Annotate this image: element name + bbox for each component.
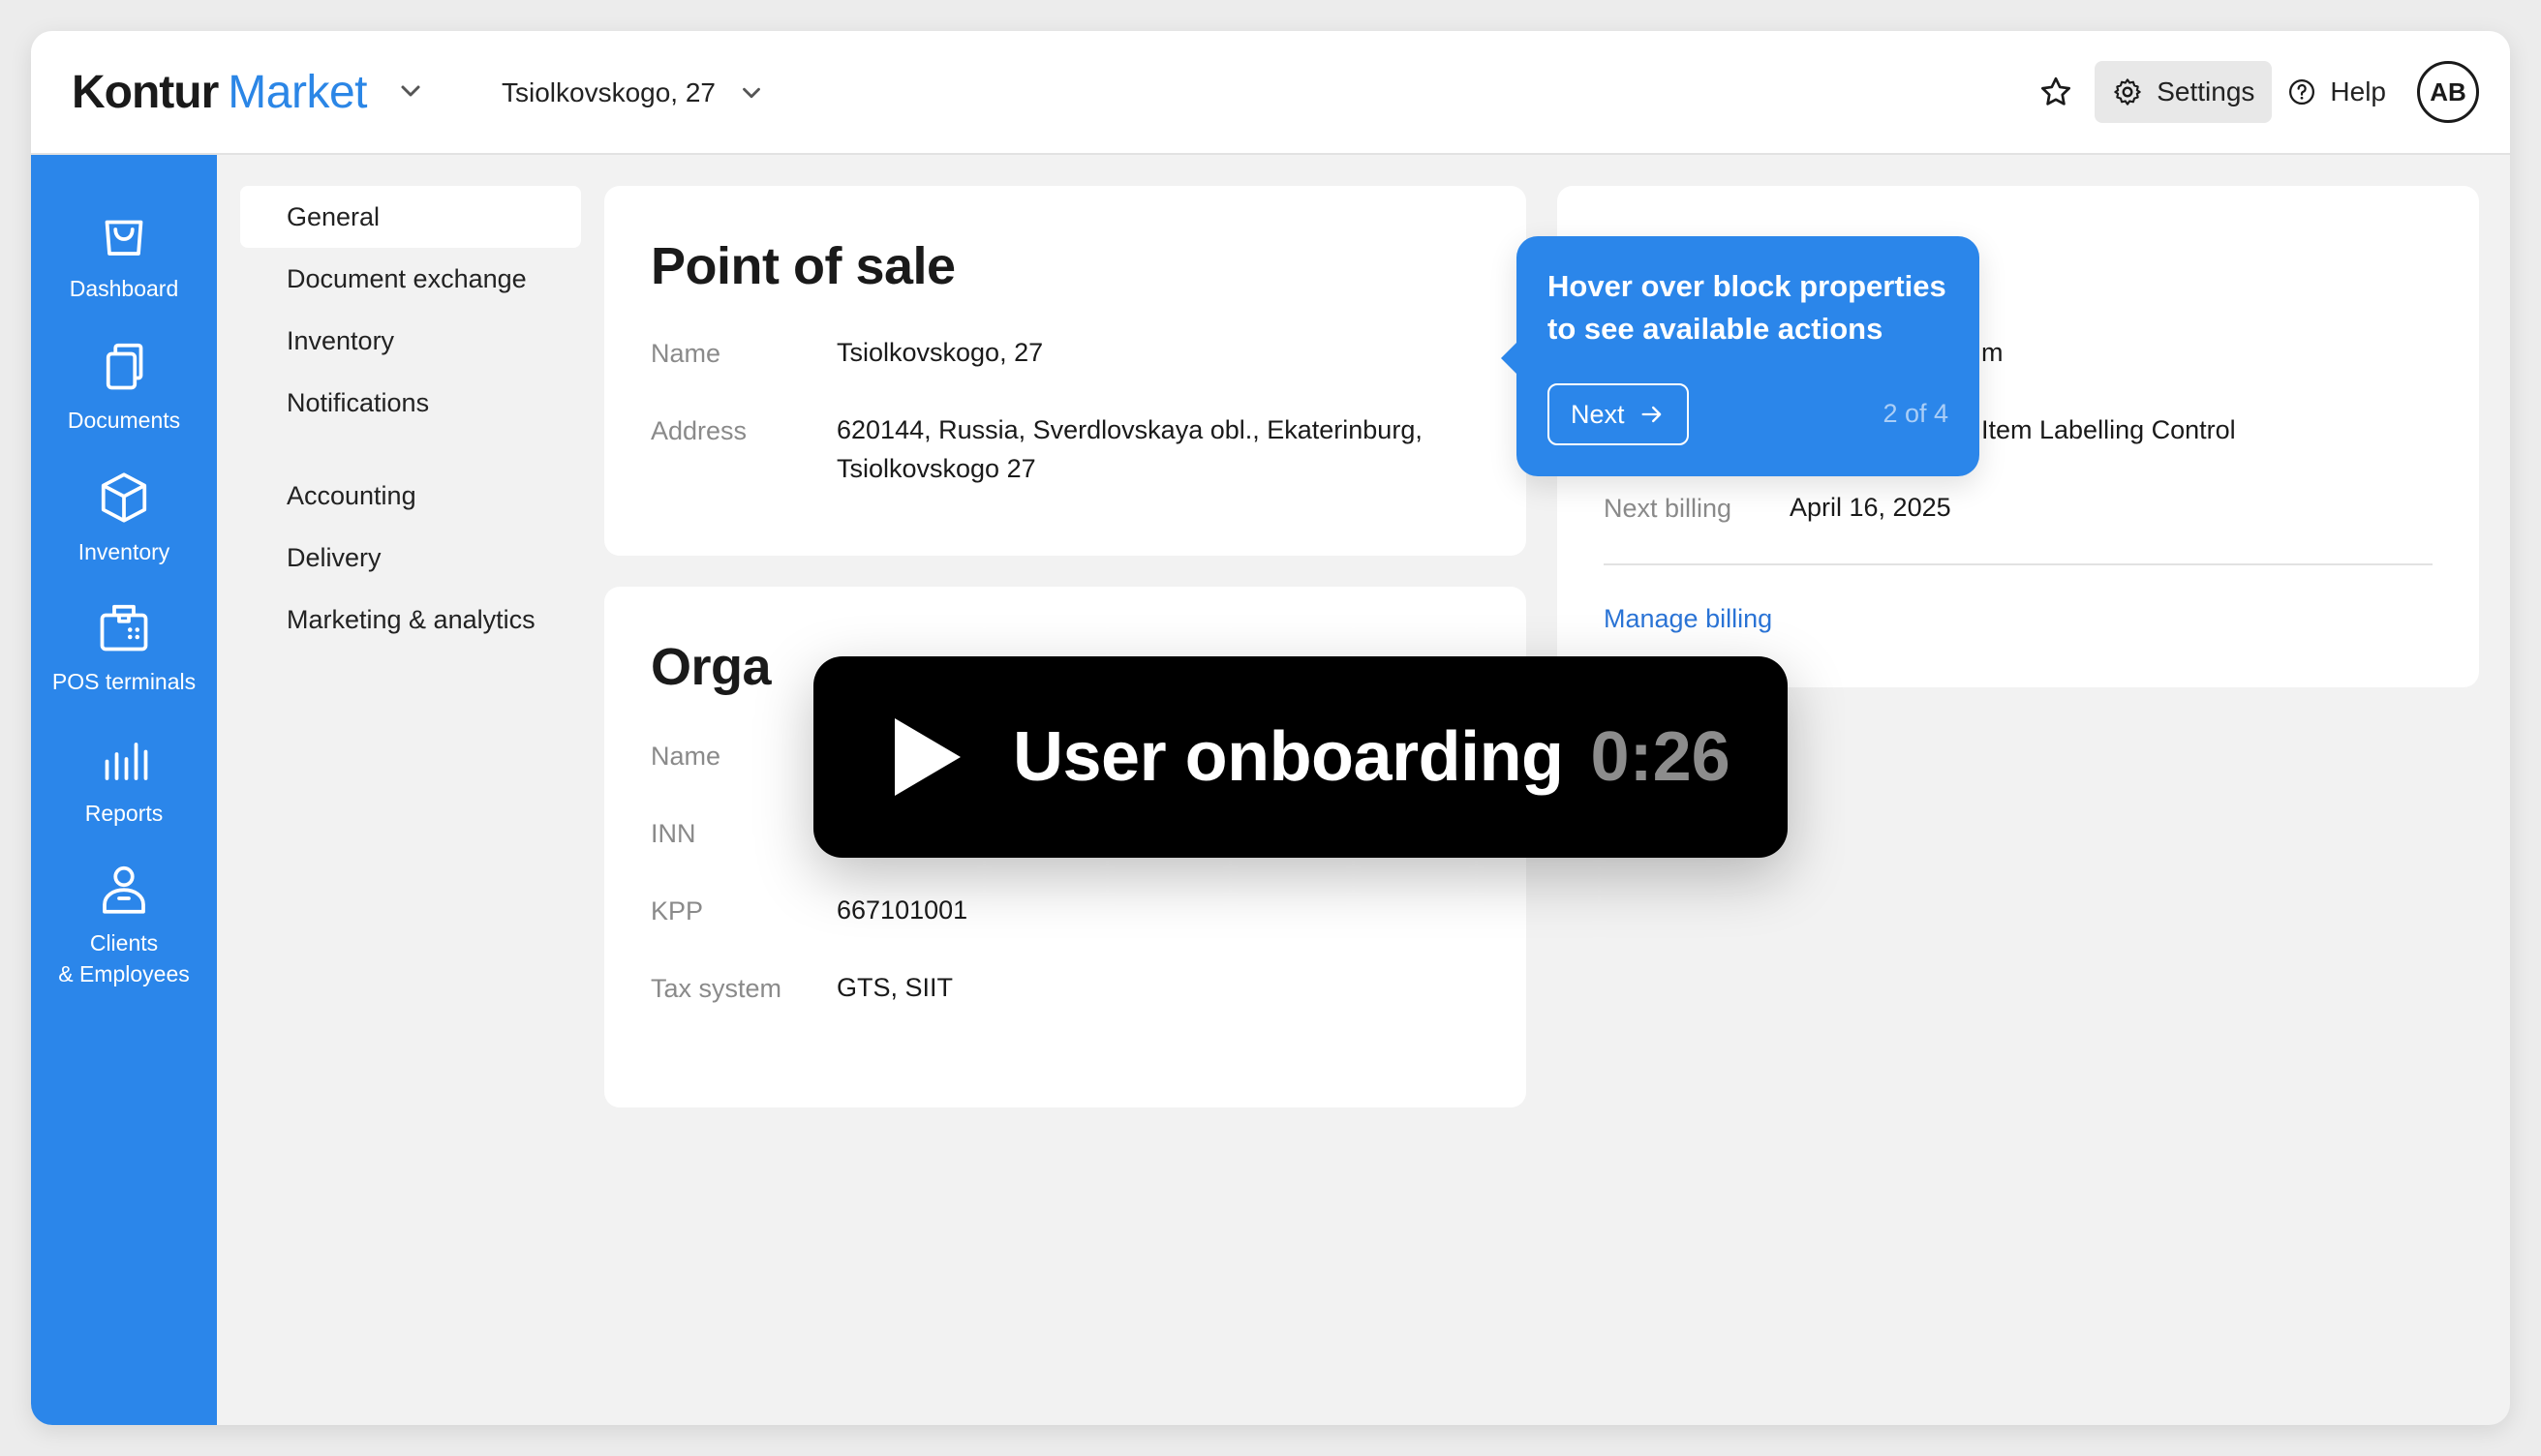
kontur-market-logo[interactable]: Kontur Market (72, 60, 367, 124)
card-title: Point of sale (651, 237, 956, 295)
person-icon (103, 865, 145, 914)
billing-row2-value: Item Labelling Control (1981, 415, 2236, 444)
onboarding-video-button[interactable]: User onboarding 0:26 (813, 656, 1788, 858)
chevron-down-icon[interactable] (395, 76, 426, 106)
sidebar-item-label: Dashboard (69, 276, 179, 301)
point-of-sale-card: Point of sale Name Tsiolkovskogo, 27 Add… (604, 186, 1526, 556)
help-button[interactable]: Help (2272, 61, 2402, 123)
sidebar-item-label: Clients & Employees (58, 930, 190, 986)
logo-secondary-text: Market (228, 66, 367, 118)
tax-system-value: GTS, SIIT (837, 973, 954, 1002)
bar-chart-icon (105, 743, 148, 780)
chevron-down-icon (743, 87, 760, 99)
main-sidebar: Dashboard Documents Inventory POS termin… (31, 155, 217, 1425)
step-counter: 2 of 4 (1883, 399, 1948, 428)
next-label: Next (1571, 399, 1625, 429)
card-title: Orga (651, 638, 772, 696)
divider (1604, 563, 2433, 565)
property-label: Next billing (1604, 494, 1732, 523)
help-label: Help (2330, 76, 2386, 106)
sidebar-item-label: Reports (84, 801, 164, 826)
billing-row1-value: m (1981, 338, 2004, 367)
tooltip-message: Hover over block properties to see avail… (1547, 269, 1946, 346)
sidebar-item-documents[interactable]: Documents (31, 337, 217, 436)
tooltip-arrow (1501, 343, 1516, 374)
subnav-item-marketing-analytics[interactable]: Marketing & analytics (240, 589, 581, 651)
subnav-item-general[interactable]: General (240, 186, 581, 248)
sidebar-item-pos-terminals[interactable]: POS terminals (31, 598, 217, 697)
pos-name-value: Tsiolkovskogo, 27 (837, 338, 1044, 367)
play-icon (895, 718, 961, 796)
sidebar-item-inventory[interactable]: Inventory (31, 469, 217, 567)
property-label: INN (651, 819, 696, 848)
property-label: KPP (651, 896, 704, 925)
manage-billing-link[interactable]: Manage billing (1604, 604, 1772, 634)
store-name: Tsiolkovskogo, 27 (502, 77, 717, 107)
settings-label: Settings (2157, 76, 2255, 106)
onboarding-tooltip: Hover over block properties to see avail… (1501, 236, 1979, 476)
store-selector[interactable]: Tsiolkovskogo, 27 (502, 66, 766, 120)
gear-icon (2114, 78, 2141, 106)
subnav-item-accounting[interactable]: Accounting (240, 465, 581, 527)
top-header: Kontur Market Tsiolkovskogo, 27 Settings… (31, 31, 2510, 155)
arrow-right-icon (1641, 406, 1661, 423)
box-icon (101, 472, 147, 523)
settings-button[interactable]: Settings (2095, 61, 2273, 123)
property-label: Tax system (651, 974, 782, 1003)
subnav-item-document-exchange[interactable]: Document exchange (240, 248, 581, 310)
next-billing-value: April 16, 2025 (1790, 493, 1951, 522)
subnav-item-inventory[interactable]: Inventory (240, 310, 581, 372)
pos-terminal-icon (100, 604, 148, 652)
property-label: Name (651, 742, 721, 771)
subnav-spacer (240, 434, 581, 465)
tooltip-next-button[interactable]: Next (1547, 383, 1689, 445)
settings-subnav: General Document exchange Inventory Noti… (240, 186, 581, 651)
kpp-value: 667101001 (837, 895, 968, 925)
logo-primary-text: Kontur (72, 66, 219, 118)
sidebar-item-reports[interactable]: Reports (31, 730, 217, 829)
pos-address-line1: 620144, Russia, Sverdlovskaya obl., Ekat… (837, 415, 1423, 444)
property-label: Address (651, 416, 748, 445)
shopping-bag-icon (105, 220, 143, 256)
sidebar-item-clients-employees[interactable]: Clients & Employees (31, 860, 217, 989)
property-label: Name (651, 339, 721, 368)
video-title: User onboarding (1013, 718, 1564, 796)
sidebar-item-label: POS terminals (51, 669, 197, 694)
star-icon (2041, 76, 2071, 106)
header-actions: Settings Help AB (2033, 60, 2479, 124)
sidebar-item-label: Documents (67, 408, 181, 433)
pos-address-line2: Tsiolkovskogo 27 (837, 454, 1036, 483)
favorite-button[interactable] (2033, 69, 2079, 115)
video-duration: 0:26 (1590, 718, 1730, 796)
sidebar-item-label: Inventory (77, 539, 170, 564)
user-avatar[interactable]: AB (2417, 61, 2479, 123)
documents-icon (106, 343, 143, 390)
app-window: Kontur Market Tsiolkovskogo, 27 Settings… (31, 31, 2510, 1425)
sidebar-item-dashboard[interactable]: Dashboard (31, 205, 217, 304)
subnav-item-delivery[interactable]: Delivery (240, 527, 581, 589)
subnav-item-notifications[interactable]: Notifications (240, 372, 581, 434)
help-circle-icon (2289, 79, 2315, 105)
